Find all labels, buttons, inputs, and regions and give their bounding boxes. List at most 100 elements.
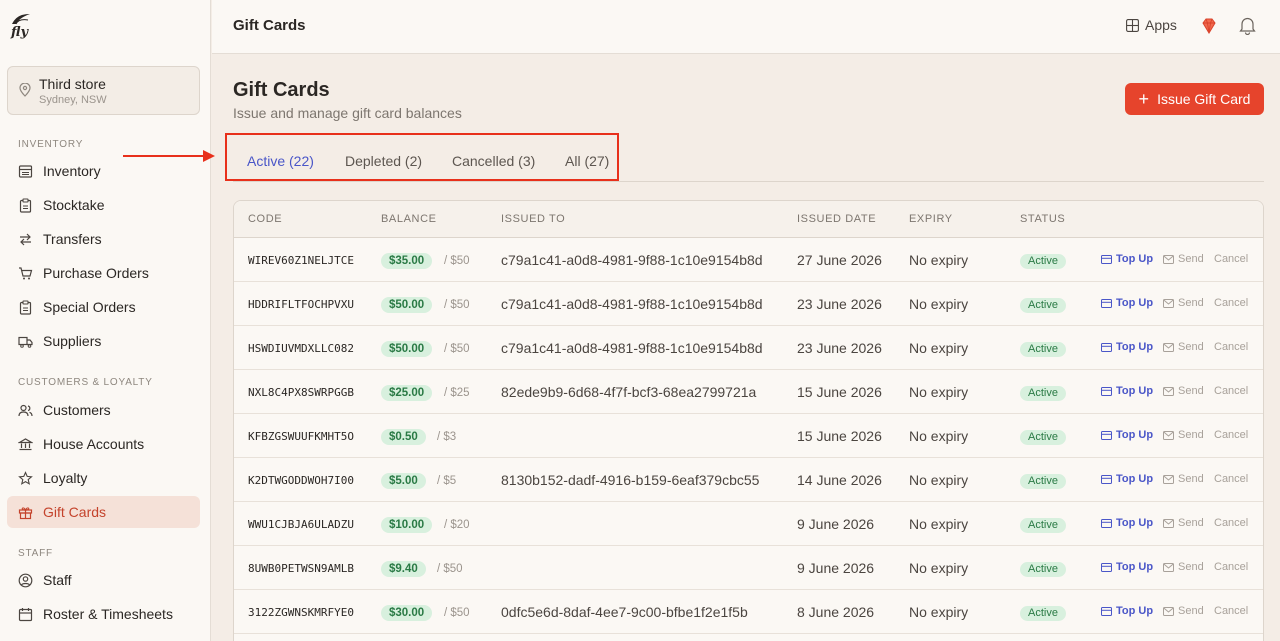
original-balance: / $3 — [437, 431, 457, 443]
gem-icon[interactable] — [1200, 17, 1218, 35]
logo-text: fly — [11, 25, 29, 40]
expiry: No expiry — [909, 384, 969, 400]
column-header-status[interactable]: STATUS — [1020, 213, 1065, 225]
issued-date: 15 June 2026 — [797, 384, 882, 400]
cancel-button[interactable]: Cancel — [1214, 341, 1248, 353]
send-label: Send — [1178, 429, 1204, 441]
send-button[interactable]: Send — [1163, 385, 1204, 397]
balance-badge: $50.00 — [381, 341, 433, 357]
cancel-button[interactable]: Cancel — [1214, 473, 1248, 485]
sidebar-item-stocktake[interactable]: Stocktake — [7, 189, 200, 221]
apps-button[interactable]: Apps — [1126, 17, 1177, 33]
cancel-button[interactable]: Cancel — [1214, 517, 1248, 529]
sidebar-item-roster-timesheets[interactable]: Roster & Timesheets — [7, 598, 200, 630]
gift-card-code: NXL8C4PX8SWRPGGB — [248, 386, 354, 399]
column-header-expiry[interactable]: EXPIRY — [909, 213, 953, 225]
table-row[interactable]: 3122ZGWNSKMRFYE0 $30.00 / $50 0dfc5e6d-8daf… — [234, 590, 1263, 634]
top-up-label: Top Up — [1116, 429, 1154, 441]
column-header-code[interactable]: CODE — [248, 213, 282, 225]
top-up-button[interactable]: Top Up — [1101, 253, 1153, 265]
top-up-button[interactable]: Top Up — [1101, 297, 1153, 309]
sidebar-item-special-orders[interactable]: Special Orders — [7, 291, 200, 323]
send-button[interactable]: Send — [1163, 253, 1204, 265]
top-up-button[interactable]: Top Up — [1101, 385, 1153, 397]
cancel-button[interactable]: Cancel — [1214, 605, 1248, 617]
status-badge: Active — [1020, 342, 1066, 357]
sidebar-item-suppliers[interactable]: Suppliers — [7, 325, 200, 357]
cancel-label: Cancel — [1214, 341, 1249, 353]
top-up-button[interactable]: Top Up — [1101, 429, 1153, 441]
grid-icon — [1126, 18, 1139, 32]
status-badge: Active — [1020, 474, 1066, 489]
gift-card-code: HSWDIUVMDXLLC082 — [248, 342, 354, 355]
fly-logo[interactable]: fly — [10, 12, 34, 42]
sidebar-item-label: Stocktake — [43, 197, 105, 213]
top-up-button[interactable]: Top Up — [1101, 517, 1153, 529]
table-row[interactable]: NXL8C4PX8SWRPGGB $25.00 / $25 82ede9b9-6d68… — [234, 370, 1263, 414]
store-selector[interactable]: Third store Sydney, NSW — [7, 66, 200, 115]
send-button[interactable]: Send — [1163, 517, 1204, 529]
issue-gift-card-label: Issue Gift Card — [1157, 91, 1251, 107]
top-up-button[interactable]: Top Up — [1101, 473, 1153, 485]
sidebar-item-purchase-orders[interactable]: Purchase Orders — [7, 257, 200, 289]
top-up-button[interactable]: Top Up — [1101, 561, 1153, 573]
card-icon — [1101, 430, 1112, 440]
issue-gift-card-button[interactable]: + Issue Gift Card — [1125, 83, 1264, 115]
gift-card-code: WWU1CJBJA6ULADZU — [248, 518, 354, 531]
mail-icon — [1163, 518, 1174, 528]
send-button[interactable]: Send — [1163, 297, 1204, 309]
card-icon — [1101, 606, 1112, 616]
top-up-button[interactable]: Top Up — [1101, 341, 1153, 353]
gift-card-code: 3122ZGWNSKMRFYE0 — [248, 606, 354, 619]
section-label-customers-loyalty: CUSTOMERS & LOYALTY — [18, 377, 153, 388]
sidebar-item-transfers[interactable]: Transfers — [7, 223, 200, 255]
issued-date: 27 June 2026 — [797, 252, 882, 268]
mail-icon — [1163, 430, 1174, 440]
table-row[interactable]: KFBZGSWUUFKMHT5O $0.50 / $3 15 June 2026 No … — [234, 414, 1263, 458]
send-button[interactable]: Send — [1163, 605, 1204, 617]
send-button[interactable]: Send — [1163, 561, 1204, 573]
column-header-issued-to[interactable]: ISSUED TO — [501, 213, 565, 225]
star-icon — [18, 471, 33, 485]
table-row[interactable]: WIREV60Z1NELJTCE $35.00 / $50 c79a1c41-a0d8… — [234, 238, 1263, 282]
mail-icon — [1163, 342, 1174, 352]
mail-icon — [1163, 606, 1174, 616]
top-up-label: Top Up — [1116, 561, 1154, 573]
card-icon — [1101, 386, 1112, 396]
cancel-button[interactable]: Cancel — [1214, 385, 1248, 397]
cancel-button[interactable]: Cancel — [1214, 297, 1248, 309]
sidebar-item-staff[interactable]: Staff — [7, 564, 200, 596]
sidebar-item-customers[interactable]: Customers — [7, 394, 200, 426]
issued-date: 8 June 2026 — [797, 604, 875, 620]
sidebar-item-label: Roster & Timesheets — [43, 606, 173, 622]
mail-icon — [1163, 474, 1174, 484]
table-row[interactable]: WWU1CJBJA6ULADZU $10.00 / $20 9 June 2026 No… — [234, 502, 1263, 546]
cancel-button[interactable]: Cancel — [1214, 561, 1248, 573]
send-button[interactable]: Send — [1163, 429, 1204, 441]
table-row[interactable]: HSWDIUVMDXLLC082 $50.00 / $50 c79a1c41-a0d8… — [234, 326, 1263, 370]
column-header-issued-date[interactable]: ISSUED DATE — [797, 213, 876, 225]
sidebar-item-house-accounts[interactable]: House Accounts — [7, 428, 200, 460]
status-badge: Active — [1020, 518, 1066, 533]
status-badge: Active — [1020, 254, 1066, 269]
send-button[interactable]: Send — [1163, 473, 1204, 485]
table-row[interactable]: HDDRIFLTFOCHPVXU $50.00 / $50 c79a1c41-a0d8… — [234, 282, 1263, 326]
top-up-button[interactable]: Top Up — [1101, 605, 1153, 617]
clipboard-icon — [19, 300, 32, 315]
original-balance: / $50 — [437, 563, 463, 575]
expiry: No expiry — [909, 252, 969, 268]
column-header-balance[interactable]: BALANCE — [381, 213, 437, 225]
bell-icon[interactable] — [1239, 16, 1256, 35]
original-balance: / $50 — [444, 255, 470, 267]
cancel-button[interactable]: Cancel — [1214, 253, 1248, 265]
bank-icon — [18, 438, 33, 451]
cancel-button[interactable]: Cancel — [1214, 429, 1248, 441]
table-row[interactable]: 8UWB0PETWSN9AMLB $9.40 / $50 9 June 2026 No … — [234, 546, 1263, 590]
sidebar-item-loyalty[interactable]: Loyalty — [7, 462, 200, 494]
table-row[interactable]: K2DTWGODDWOH7I00 $5.00 / $5 8130b152-dadf-4… — [234, 458, 1263, 502]
send-label: Send — [1178, 605, 1204, 617]
issued-date: 14 June 2026 — [797, 472, 882, 488]
sidebar-item-gift-cards[interactable]: Gift Cards — [7, 496, 200, 528]
send-button[interactable]: Send — [1163, 341, 1204, 353]
balance-badge: $9.40 — [381, 561, 426, 577]
